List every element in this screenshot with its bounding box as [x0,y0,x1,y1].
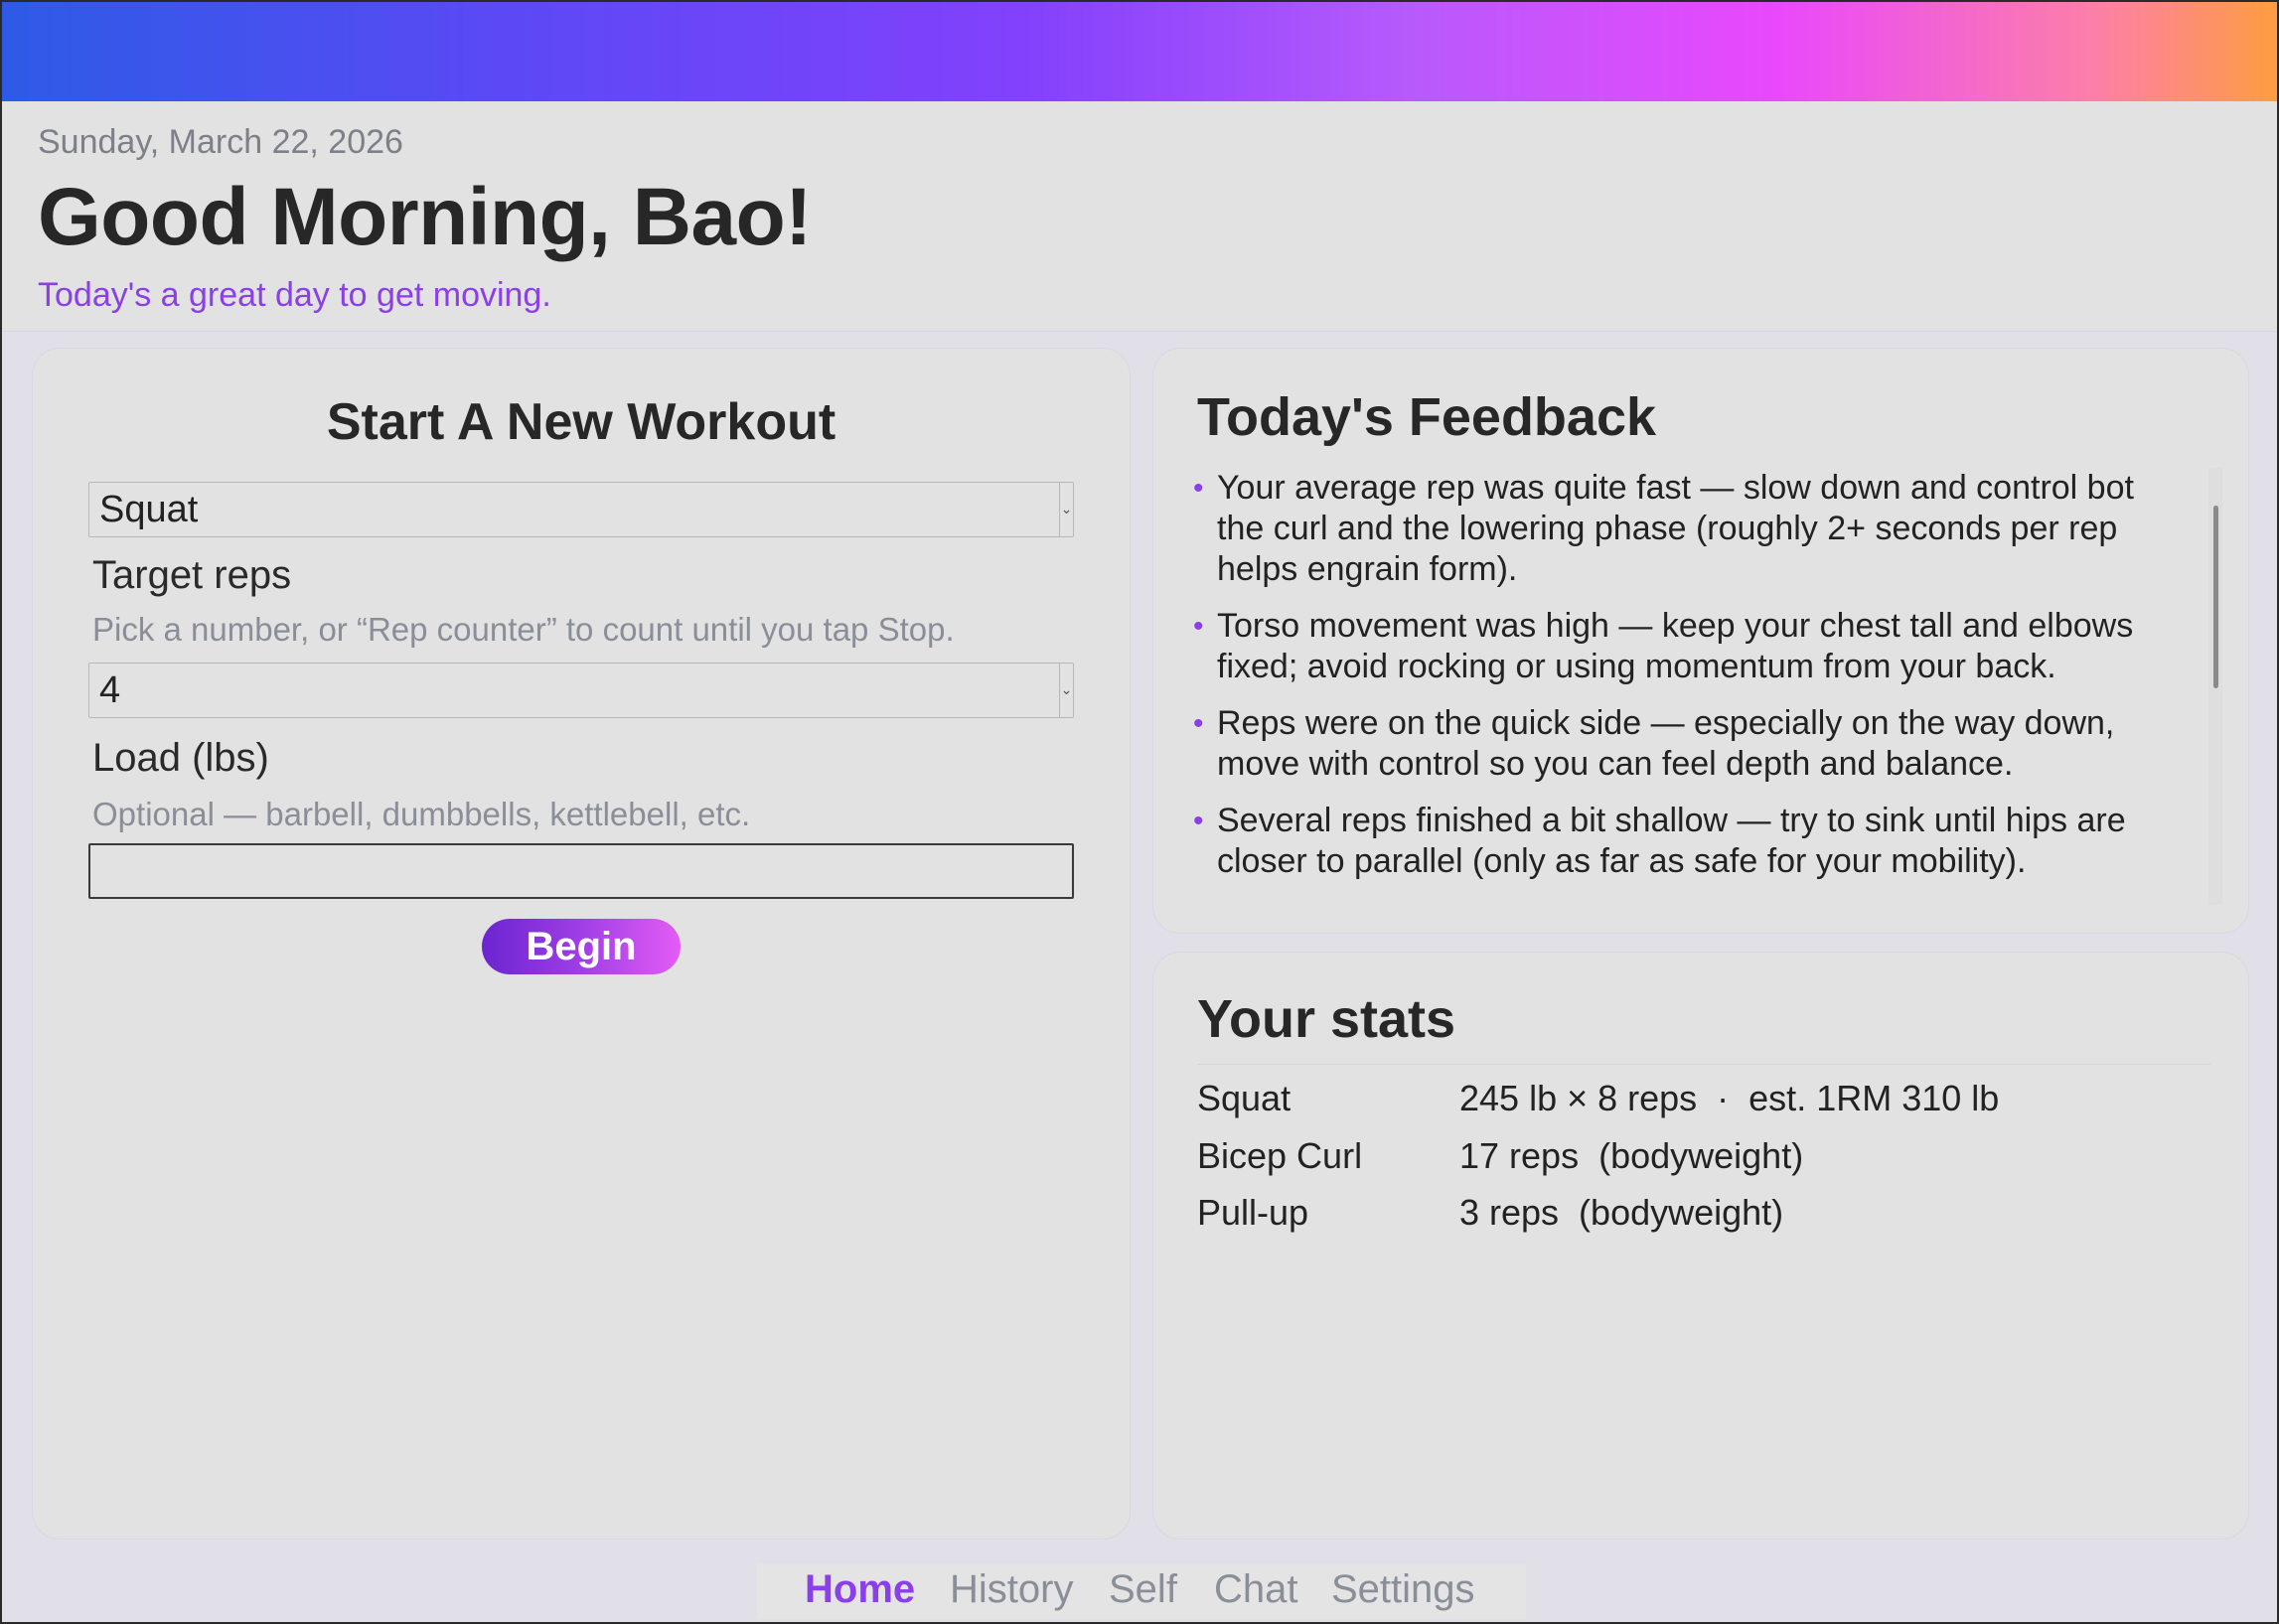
load-hint: Optional — barbell, dumbbells, kettlebel… [92,796,751,832]
bullet-icon: • [1193,805,1204,837]
nav-chat[interactable]: Chat [1214,1567,1298,1612]
stats-divider [1197,1064,2210,1065]
greeting-subtitle: Today's a great day to get moving. [38,276,551,314]
stat-exercise-name: Squat [1197,1078,1291,1118]
stat-exercise-value: 3 reps (bodyweight) [1459,1192,1784,1233]
feedback-card: Today's Feedback • Your average rep was q… [1152,348,2249,934]
feedback-item: • Reps were on the quick side — especiall… [1189,703,2183,785]
new-workout-title: Start A New Workout [326,393,836,451]
nav-settings[interactable]: Settings [1331,1567,1475,1612]
nav-home[interactable]: Home [805,1567,915,1612]
feedback-item-text: Several reps finished a bit shallow — tr… [1217,802,2126,880]
feedback-item: • Several reps finished a bit shallow — t… [1189,801,2183,882]
gradient-banner [2,2,2277,101]
nav-self[interactable]: Self [1109,1567,1177,1612]
greeting-title: Good Morning, Bao! [38,172,812,262]
current-date: Sunday, March 22, 2026 [38,123,403,161]
stat-row: Squat 245 lb × 8 reps · est. 1RM 310 lb [1197,1078,2210,1127]
begin-button[interactable]: Begin [482,919,681,974]
target-reps-select-value: 4 [99,669,121,711]
load-input[interactable] [88,843,1074,899]
stat-row: Bicep Curl 17 reps (bodyweight) [1197,1135,2210,1185]
feedback-item-text: Your average rep was quite fast — slow d… [1217,469,2134,588]
app-window: Sunday, March 22, 2026 Good Morning, Bao… [2,2,2277,1622]
load-label: Load (lbs) [92,736,269,780]
bullet-icon: • [1193,472,1204,505]
bottom-nav: Home History Self Chat Settings [757,1563,1526,1619]
stats-card: Your stats Squat 245 lb × 8 reps · est. … [1152,952,2249,1540]
exercise-select-value: Squat [99,489,199,530]
exercise-select[interactable]: Squat ⌄ [88,482,1074,537]
feedback-title: Today's Feedback [1197,387,1657,447]
new-workout-card: Start A New Workout Squat ⌄ Target reps … [32,348,1131,1540]
feedback-item-text: Torso movement was high — keep your ches… [1217,607,2134,685]
page-header: Sunday, March 22, 2026 Good Morning, Bao… [2,101,2277,332]
stat-exercise-value: 245 lb × 8 reps · est. 1RM 310 lb [1459,1078,2000,1118]
feedback-item: • Torso movement was high — keep your che… [1189,606,2183,687]
stat-exercise-value: 17 reps (bodyweight) [1459,1135,1804,1176]
stat-exercise-name: Bicep Curl [1197,1135,1363,1176]
chevron-down-icon[interactable]: ⌄ [1059,664,1073,717]
chevron-down-icon[interactable]: ⌄ [1059,483,1073,536]
target-reps-hint: Pick a number, or “Rep counter” to count… [92,611,955,648]
bullet-icon: • [1193,610,1204,643]
target-reps-select[interactable]: 4 ⌄ [88,663,1074,718]
feedback-item-text: Reps were on the quick side — especially… [1217,704,2115,783]
stat-exercise-name: Pull-up [1197,1192,1309,1233]
target-reps-label: Target reps [92,553,292,597]
bullet-icon: • [1193,707,1204,740]
feedback-list: • Your average rep was quite fast — slow … [1189,468,2218,905]
stat-row: Pull-up 3 reps (bodyweight) [1197,1192,2210,1242]
nav-history[interactable]: History [950,1567,1073,1612]
feedback-item: • Your average rep was quite fast — slow … [1189,468,2183,590]
stats-title: Your stats [1197,989,1456,1049]
